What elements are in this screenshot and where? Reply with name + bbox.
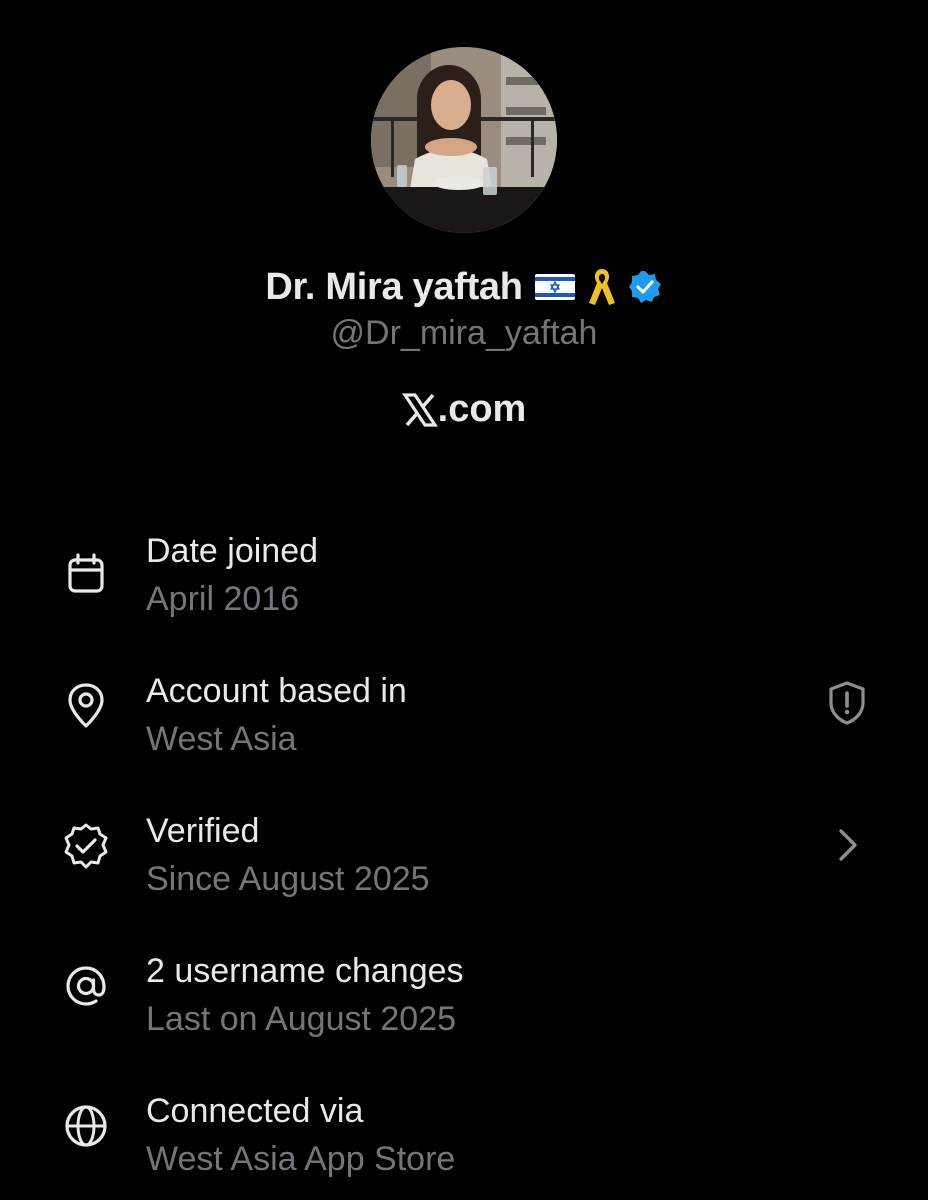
info-subtitle: Last on August 2025	[146, 1000, 457, 1038]
info-row-date-joined: Date joined April 2016	[0, 514, 928, 634]
info-title: Date joined	[146, 532, 319, 570]
info-row-connected-via: Connected via West Asia App Store	[0, 1074, 928, 1194]
info-title: 2 username changes	[146, 952, 464, 990]
yellow-ribbon-icon	[587, 267, 617, 307]
avatar[interactable]	[371, 47, 557, 233]
display-name: Dr. Mira yaftah	[265, 265, 523, 308]
name-row: Dr. Mira yaftah	[0, 262, 928, 312]
site-suffix: .com	[437, 388, 527, 430]
info-row-verified[interactable]: Verified Since August 2025	[0, 794, 928, 914]
info-subtitle: West Asia App Store	[146, 1140, 456, 1178]
calendar-icon	[58, 546, 114, 602]
info-row-account-based-in: Account based in West Asia	[0, 654, 928, 774]
chevron-right-icon[interactable]	[822, 820, 872, 870]
israel-flag-icon	[534, 274, 575, 300]
info-subtitle: Since August 2025	[146, 860, 430, 898]
profile-header: Dr. Mira yaftah @Dr_mira_yaftah .com	[0, 0, 928, 480]
info-title: Account based in	[146, 672, 407, 710]
info-subtitle: April 2016	[146, 580, 300, 618]
info-title: Connected via	[146, 1092, 364, 1130]
x-logo-icon	[401, 392, 438, 428]
location-pin-icon	[58, 678, 114, 734]
verified-badge-icon[interactable]	[627, 269, 663, 305]
site-link[interactable]: .com	[0, 388, 928, 431]
at-sign-icon	[58, 958, 114, 1014]
info-subtitle: West Asia	[146, 720, 297, 758]
shield-alert-icon[interactable]	[822, 678, 872, 728]
verified-seal-icon	[58, 818, 114, 874]
globe-icon	[58, 1098, 114, 1154]
profile-handle: @Dr_mira_yaftah	[330, 314, 598, 352]
info-title: Verified	[146, 812, 260, 850]
info-row-username-changes: 2 username changes Last on August 2025	[0, 934, 928, 1054]
avatar-photo	[371, 47, 557, 233]
